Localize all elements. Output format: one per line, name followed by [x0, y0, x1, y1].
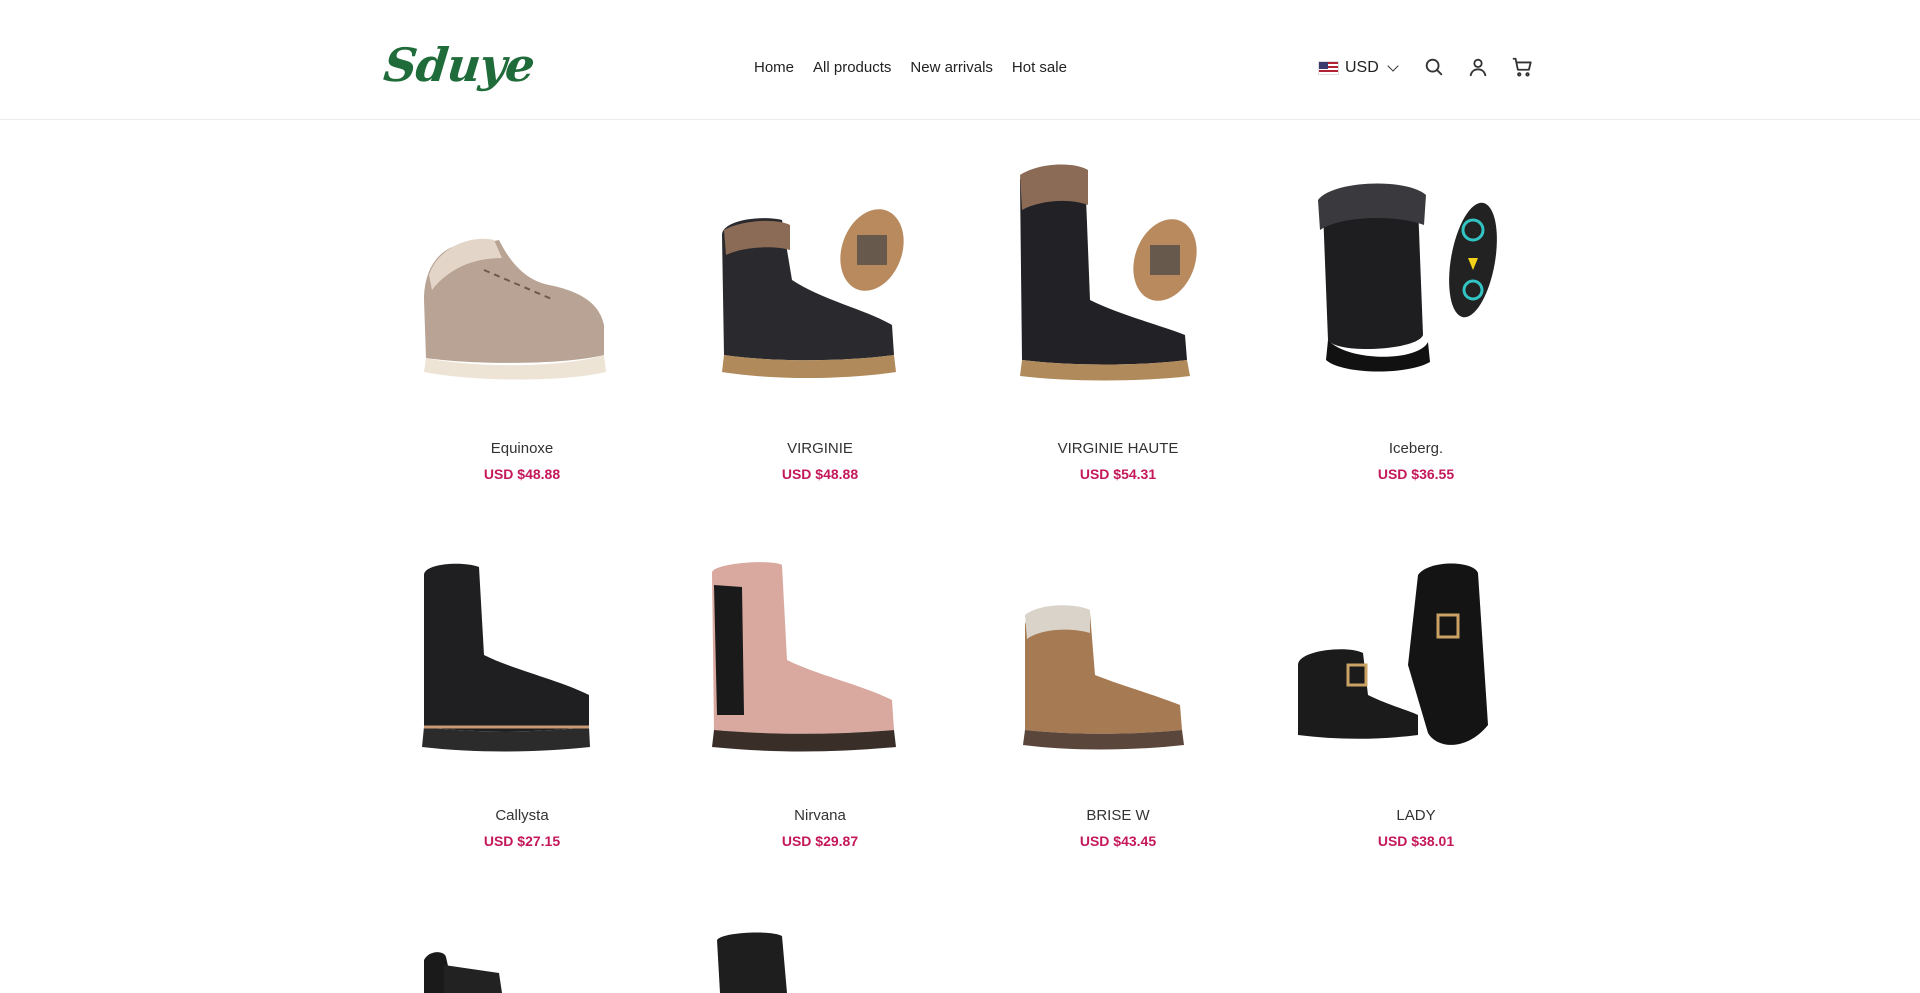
us-flag-icon	[1318, 61, 1339, 75]
product-card[interactable]	[682, 930, 958, 993]
product-price: USD $54.31	[1079, 466, 1157, 482]
product-card[interactable]: Callysta USD $27.15	[384, 555, 660, 865]
product-card[interactable]	[980, 985, 1256, 993]
product-card[interactable]	[1278, 985, 1554, 993]
product-image	[1318, 183, 1497, 372]
product-image	[424, 238, 606, 380]
product-card[interactable]: BRISE W USD $43.45	[980, 555, 1256, 865]
product-image	[722, 209, 904, 378]
currency-code: USD	[1345, 59, 1379, 76]
product-name[interactable]: LADY	[1278, 807, 1554, 824]
nav-all-products[interactable]: All products	[813, 59, 891, 76]
product-price: USD $29.87	[781, 833, 859, 849]
account-icon[interactable]	[1467, 56, 1489, 78]
product-price: USD $38.01	[1377, 833, 1455, 849]
product-name[interactable]: VIRGINIE HAUTE	[980, 440, 1256, 457]
product-price: USD $27.15	[483, 833, 561, 849]
currency-selector[interactable]: USD	[1318, 59, 1399, 77]
product-card[interactable]: VIRGINIE HAUTE USD $54.31	[980, 150, 1256, 490]
product-card[interactable]	[384, 945, 660, 993]
nav-hot-sale[interactable]: Hot sale	[1012, 59, 1067, 76]
product-name[interactable]: VIRGINIE	[682, 440, 958, 457]
nav-home[interactable]: Home	[754, 59, 794, 76]
search-icon[interactable]	[1423, 56, 1445, 78]
product-name[interactable]: BRISE W	[980, 807, 1256, 824]
product-price: USD $36.55	[1377, 466, 1455, 482]
product-image	[717, 932, 787, 993]
product-image	[712, 562, 896, 752]
product-card[interactable]: Iceberg. USD $36.55	[1278, 150, 1554, 490]
product-price: USD $43.45	[1079, 833, 1157, 849]
product-card[interactable]: Equinoxe USD $48.88	[384, 150, 660, 490]
product-image	[1020, 164, 1197, 381]
product-card[interactable]: VIRGINIE USD $48.88	[682, 150, 958, 490]
product-name[interactable]: Iceberg.	[1278, 440, 1554, 457]
product-card[interactable]: LADY USD $38.01	[1278, 555, 1554, 865]
product-image	[1023, 605, 1184, 750]
product-name[interactable]: Callysta	[384, 807, 660, 824]
brand-logo[interactable]: Sduye	[381, 38, 537, 92]
cart-icon[interactable]	[1511, 56, 1533, 78]
site-header: Sduye Home All products New arrivals Hot…	[0, 0, 1920, 120]
main-nav: Home All products New arrivals Hot sale	[754, 59, 1067, 76]
chevron-down-icon	[1387, 60, 1399, 72]
product-price: USD $48.88	[781, 466, 859, 482]
product-name[interactable]: Equinoxe	[384, 440, 660, 457]
nav-new-arrivals[interactable]: New arrivals	[910, 59, 993, 76]
product-image	[424, 952, 502, 993]
product-image	[1298, 563, 1488, 745]
product-price: USD $48.88	[483, 466, 561, 482]
product-name[interactable]: Nirvana	[682, 807, 958, 824]
product-card[interactable]: Nirvana USD $29.87	[682, 555, 958, 865]
product-image	[422, 563, 590, 752]
